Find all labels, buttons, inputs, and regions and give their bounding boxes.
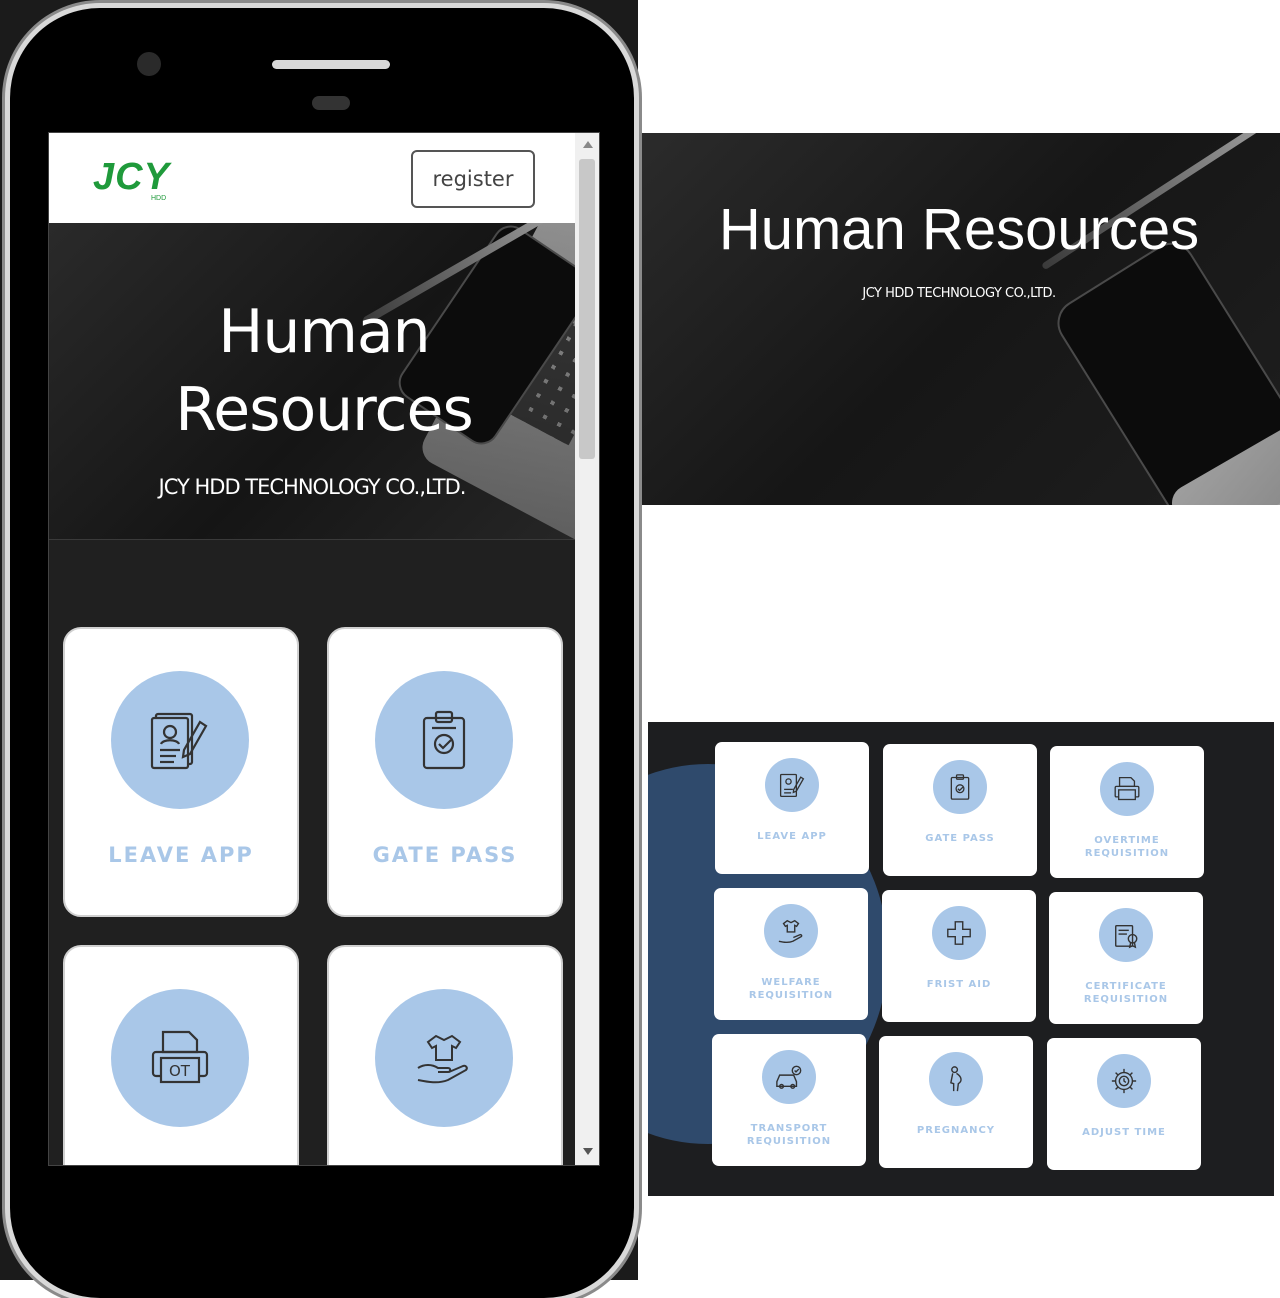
clipboard-check-icon (375, 671, 513, 809)
card-gate-pass[interactable]: GATE PASS (327, 627, 563, 917)
hero-title: Human Resources (718, 197, 1200, 262)
tile-label: FRIST AID (926, 979, 992, 990)
hero-subtitle: JCY HDD TECHNOLOGY CO.,LTD. (862, 286, 1056, 301)
tile-adjust-time[interactable]: ADJUST TIME (1047, 1038, 1201, 1170)
tile-label: OVERTIME REQUISITION (1084, 835, 1170, 859)
hand-shirt-icon (764, 904, 818, 958)
scroll-thumb[interactable] (579, 159, 595, 459)
card-label: LEAVE APP (108, 843, 254, 867)
logo-subtext: HDD (151, 195, 167, 202)
front-camera (137, 52, 161, 76)
first-aid-icon (932, 906, 986, 960)
hero-banner: Human Resources JCY HDD TECHNOLOGY CO.,L… (49, 223, 575, 540)
services-grid-panel: LEAVE APP GATE PASS OVERTIME REQUISITION (648, 722, 1274, 1196)
register-button[interactable]: register (411, 150, 535, 208)
tile-gate-pass[interactable]: GATE PASS (883, 744, 1037, 876)
tile-transport-requisition[interactable]: TRANSPORT REQUISITION (712, 1034, 866, 1166)
hero-subtitle: JCY HDD TECHNOLOGY CO.,LTD. (158, 475, 467, 499)
tile-label: CERTIFICATE REQUISITION (1083, 981, 1169, 1005)
ot-printer-icon: OT (111, 989, 249, 1127)
resume-pen-icon (111, 671, 249, 809)
card-leave-app[interactable]: LEAVE APP (63, 627, 299, 917)
tile-overtime-requisition[interactable]: OVERTIME REQUISITION (1050, 746, 1204, 878)
tile-label: ADJUST TIME (1082, 1127, 1166, 1138)
company-logo[interactable]: JCY HDD (93, 157, 183, 203)
tile-certificate-requisition[interactable]: CERTIFICATE REQUISITION (1049, 892, 1203, 1024)
card-overtime[interactable]: OT (63, 945, 299, 1165)
scroll-up-arrow-icon[interactable] (583, 141, 593, 148)
desktop-hero-banner: Human Resources JCY HDD TECHNOLOGY CO.,L… (642, 133, 1280, 505)
phone-speaker (272, 60, 390, 69)
app-header: JCY HDD register (49, 133, 575, 223)
gear-clock-icon (1097, 1054, 1151, 1108)
resume-pen-icon (765, 758, 819, 812)
logo-text: JCY (93, 156, 170, 198)
tile-label: GATE PASS (925, 833, 995, 844)
tile-label: WELFARE REQUISITION (748, 977, 834, 1001)
tile-label: TRANSPORT REQUISITION (746, 1123, 832, 1147)
scrollbar[interactable] (575, 133, 599, 1165)
certificate-icon (1099, 908, 1153, 962)
phone-sensor (312, 96, 350, 110)
tile-welfare-requisition[interactable]: WELFARE REQUISITION (714, 888, 868, 1020)
hero-title: Human Resources (175, 297, 473, 445)
card-label: GATE PASS (372, 843, 518, 867)
tile-label: PREGNANCY (916, 1125, 996, 1136)
car-check-icon (762, 1050, 816, 1104)
hand-shirt-icon (375, 989, 513, 1127)
phone-screen: JCY HDD register Human Resources JCY HDD… (48, 132, 600, 1166)
tile-label: LEAVE APP (757, 831, 827, 842)
tile-first-aid[interactable]: FRIST AID (882, 890, 1036, 1022)
ot-printer-icon (1100, 762, 1154, 816)
tile-leave-app[interactable]: LEAVE APP (715, 742, 869, 874)
scroll-down-arrow-icon[interactable] (583, 1148, 593, 1155)
tile-pregnancy[interactable]: PREGNANCY (879, 1036, 1033, 1168)
card-welfare[interactable] (327, 945, 563, 1165)
svg-text:OT: OT (169, 1062, 191, 1080)
pregnancy-icon (929, 1052, 983, 1106)
clipboard-check-icon (933, 760, 987, 814)
